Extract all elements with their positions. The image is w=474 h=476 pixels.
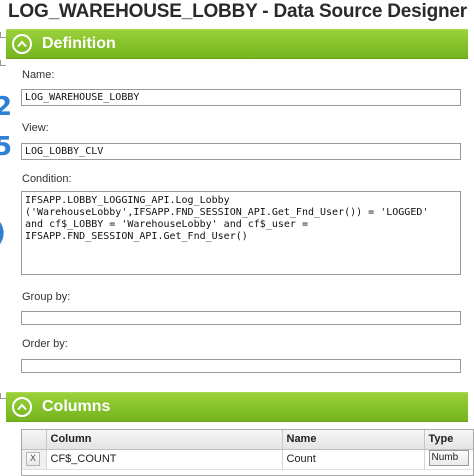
definition-section-header[interactable]: Definition bbox=[6, 29, 468, 59]
window-title: LOG_WAREHOUSE_LOBBY - Data Source Design… bbox=[8, 1, 467, 22]
order-by-label: Order by: bbox=[22, 338, 68, 350]
row-name-cell[interactable]: Count bbox=[282, 449, 425, 470]
edge-fragment-icon: 2 bbox=[0, 92, 13, 122]
grid-header-type[interactable]: Type bbox=[424, 430, 473, 450]
table-row[interactable]: X CF$_COUNT Count Numb bbox=[22, 449, 473, 470]
type-dropdown[interactable]: Numb bbox=[428, 449, 469, 466]
edge-fragment-icon: ) bbox=[0, 218, 6, 248]
columns-section-title: Columns bbox=[42, 398, 111, 415]
row-delete-cell: X bbox=[22, 449, 47, 470]
definition-section-title: Definition bbox=[42, 35, 116, 52]
chevron-up-circle-icon[interactable] bbox=[12, 397, 32, 417]
chevron-up-circle-icon[interactable] bbox=[12, 34, 32, 54]
view-label: View: bbox=[22, 122, 49, 134]
row-column-cell[interactable]: CF$_COUNT bbox=[46, 449, 283, 470]
order-by-input[interactable] bbox=[21, 359, 461, 373]
edge-fragment-icon: 5 bbox=[0, 132, 13, 162]
row-type-cell[interactable]: Numb bbox=[424, 449, 473, 470]
grid-header-delete bbox=[22, 430, 47, 450]
condition-textarea[interactable]: IFSAPP.LOBBY_LOGGING_API.Log_Lobby ('War… bbox=[21, 191, 461, 275]
group-by-input[interactable] bbox=[21, 311, 461, 325]
view-input[interactable]: LOG_LOBBY_CLV bbox=[21, 143, 461, 160]
edge-marker bbox=[0, 60, 6, 66]
grid-header-column[interactable]: Column bbox=[46, 430, 283, 450]
grid-header-name[interactable]: Name bbox=[282, 430, 425, 450]
columns-section-header[interactable]: Columns bbox=[6, 392, 468, 422]
group-by-label: Group by: bbox=[22, 291, 71, 303]
name-input[interactable]: LOG_WAREHOUSE_LOBBY bbox=[21, 89, 461, 106]
name-label: Name: bbox=[22, 69, 55, 81]
close-icon[interactable]: X bbox=[26, 452, 40, 466]
condition-label: Condition: bbox=[22, 173, 72, 185]
columns-grid: Column Name Type X CF$_COUNT Count Numb bbox=[21, 429, 474, 476]
grid-header-row: Column Name Type bbox=[22, 430, 473, 450]
